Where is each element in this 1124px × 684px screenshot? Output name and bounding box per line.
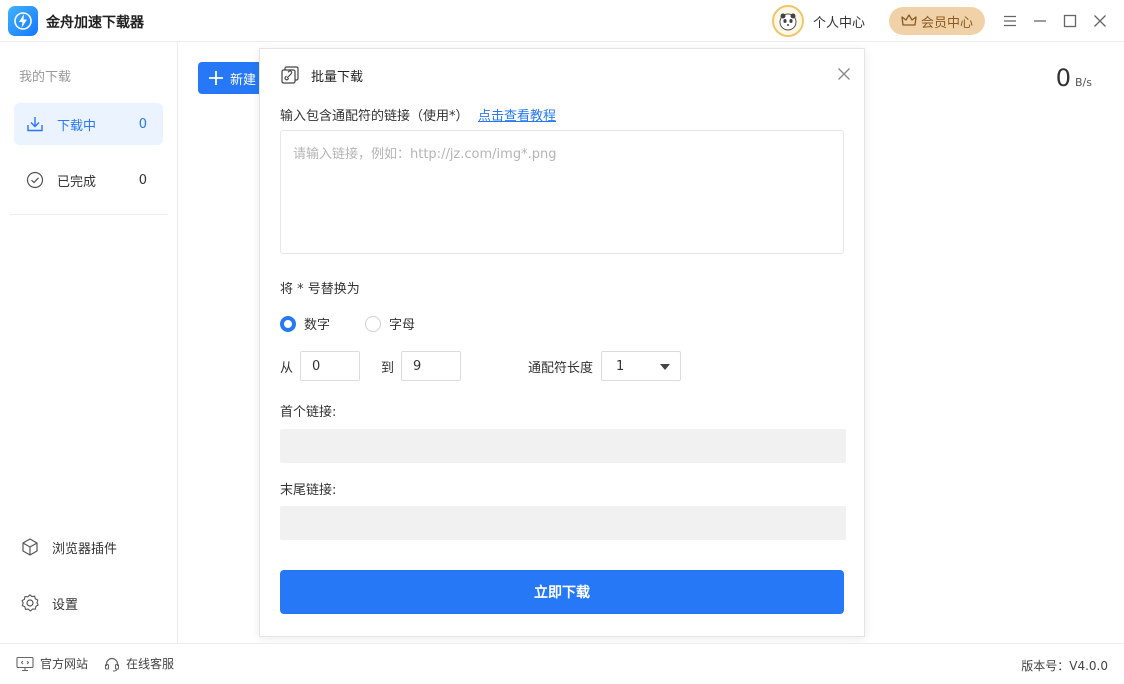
sidebar-heading: 我的下载 (19, 70, 72, 85)
first-link-field (280, 429, 846, 463)
maximize-icon[interactable] (1060, 11, 1080, 31)
batch-link-icon (281, 66, 299, 84)
title-bar: 金舟加速下载器 个人中心 会员中心 (0, 0, 1124, 42)
official-website-label: 官方网站 (40, 657, 89, 671)
from-input[interactable] (300, 351, 360, 381)
app-window: 金舟加速下载器 个人中心 会员中心 我的下载 下载中 0 已完成 0 浏览器插件… (0, 0, 1124, 684)
new-download-label: 新建 (230, 72, 257, 88)
last-link-field (280, 506, 846, 540)
radio-dot-selected (280, 315, 296, 332)
to-label: 到 (381, 361, 395, 376)
replace-label: 将 * 号替换为 (280, 282, 360, 297)
official-website-link[interactable]: 官方网站 (16, 655, 88, 672)
radio-letters-label: 字母 (389, 318, 416, 333)
download-speed: 0 B/s (1056, 64, 1092, 92)
sidebar-item-downloading[interactable]: 下载中 0 (14, 103, 163, 145)
sidebar-item-label: 下载中 (57, 118, 97, 134)
to-input[interactable] (401, 351, 461, 381)
close-window-icon[interactable] (1090, 11, 1110, 31)
cube-icon (22, 538, 38, 556)
last-link-label: 末尾链接: (280, 483, 337, 498)
download-icon (24, 113, 46, 135)
version-label: 版本号：V4.0.0 (1021, 659, 1108, 673)
download-now-button[interactable]: 立即下载 (280, 570, 844, 614)
browser-plugin-link[interactable]: 浏览器插件 (20, 535, 117, 559)
sidebar-item-label: 已完成 (57, 174, 97, 190)
url-input-label: 输入包含通配符的链接（使用*） (280, 109, 469, 124)
vip-center-button[interactable]: 会员中心 (889, 7, 985, 35)
app-logo (8, 6, 38, 36)
avatar[interactable] (772, 5, 804, 37)
from-label: 从 (280, 361, 294, 376)
check-circle-icon (24, 169, 46, 191)
gear-icon (21, 594, 39, 612)
wildcard-length-label: 通配符长度 (528, 361, 594, 376)
app-title: 金舟加速下载器 (46, 15, 144, 31)
close-icon[interactable] (837, 67, 851, 81)
minimize-icon[interactable] (1030, 11, 1050, 31)
chevron-down-icon (660, 364, 670, 370)
radio-digits-label: 数字 (304, 318, 331, 333)
speed-value: 0 (1055, 64, 1072, 92)
monitor-icon (16, 656, 34, 671)
sidebar-item-count: 0 (138, 172, 147, 188)
settings-label: 设置 (52, 597, 79, 613)
speed-unit: B/s (1075, 76, 1092, 89)
tutorial-link[interactable]: 点击查看教程 (478, 105, 556, 124)
sidebar-item-count: 0 (138, 116, 147, 132)
radio-dot (365, 315, 381, 332)
online-service-label: 在线客服 (126, 657, 175, 671)
sidebar-item-completed[interactable]: 已完成 0 (14, 159, 163, 201)
wildcard-length-value: 1 (616, 358, 625, 374)
wildcard-url-input[interactable] (280, 130, 844, 254)
headset-icon (104, 657, 120, 672)
sidebar: 我的下载 下载中 0 已完成 0 浏览器插件 设置 (0, 42, 178, 643)
wildcard-length-select[interactable]: 1 (601, 351, 681, 381)
menu-icon[interactable] (1000, 11, 1020, 31)
online-service-link[interactable]: 在线客服 (104, 655, 174, 672)
settings-link[interactable]: 设置 (20, 591, 78, 615)
sidebar-divider (10, 214, 168, 215)
dialog-title: 批量下载 (311, 70, 364, 85)
batch-download-dialog: 批量下载 输入包含通配符的链接（使用*） 点击查看教程 将 * 号替换为 数字 … (259, 48, 865, 637)
browser-plugin-label: 浏览器插件 (52, 541, 118, 557)
crown-icon (901, 14, 917, 26)
radio-digits[interactable]: 数字 (280, 314, 330, 333)
radio-letters[interactable]: 字母 (365, 314, 415, 333)
profile-center-link[interactable]: 个人中心 (813, 12, 865, 31)
vip-center-label: 会员中心 (920, 15, 973, 31)
footer: 官方网站 在线客服 版本号：V4.0.0 (0, 643, 1124, 684)
plus-icon (209, 71, 223, 85)
first-link-label: 首个链接: (280, 405, 337, 420)
